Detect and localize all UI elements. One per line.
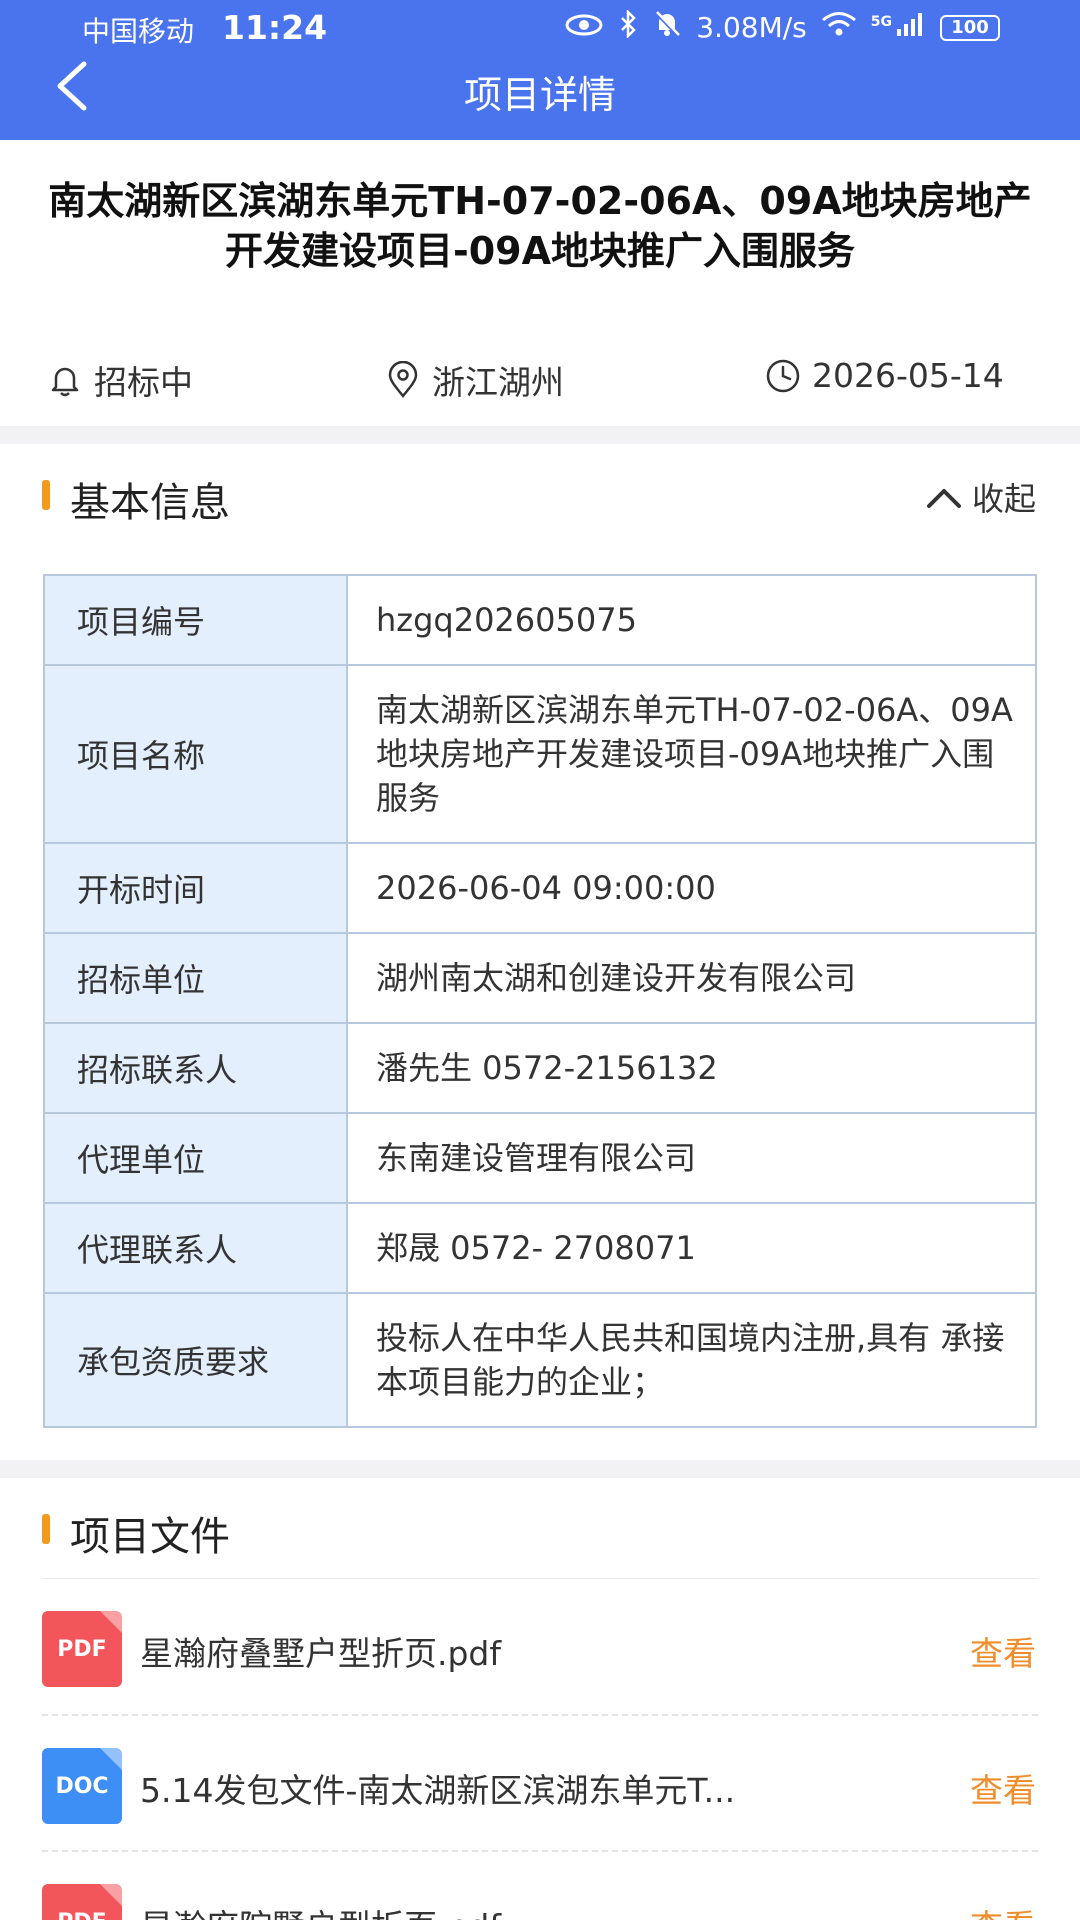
project-location: 浙江湖州 xyxy=(432,363,564,402)
file-name: 星瀚府叠墅户型折页.pdf xyxy=(140,1634,502,1673)
basic-info-table: 项目编号 hzgq202605075 项目名称 南太湖新区滨湖东单元TH-07-… xyxy=(43,574,1037,1428)
file-item[interactable]: PDF 星瀚府院墅户型折页.pdf 查看 xyxy=(42,1850,1038,1920)
table-row: 代理联系人 郑晟 0572- 2708071 xyxy=(43,1202,1037,1294)
location-item: 浙江湖州 xyxy=(384,356,564,404)
row-key: 承包资质要求 xyxy=(43,1292,348,1428)
row-key: 招标单位 xyxy=(43,932,348,1024)
view-file-link[interactable]: 查看 xyxy=(970,1627,1036,1675)
table-row: 招标单位 湖州南太湖和创建设开发有限公司 xyxy=(43,932,1037,1024)
row-value: 潘先生 0572-2156132 xyxy=(346,1022,1037,1114)
status-item: 招标中 xyxy=(46,356,193,404)
basic-info-header: 基本信息 收起 xyxy=(42,470,1038,526)
table-row: 承包资质要求 投标人在中华人民共和国境内注册,具有 承接本项目能力的企业； xyxy=(43,1292,1037,1428)
row-value: 南太湖新区滨湖东单元TH-07-02-06A、09A地块房地产开发建设项目-09… xyxy=(346,664,1037,844)
project-status: 招标中 xyxy=(94,363,193,402)
row-key: 项目编号 xyxy=(43,574,348,666)
eye-icon xyxy=(564,11,604,44)
section-accent-bar xyxy=(42,480,50,510)
status-bar: 中国移动 11:24 3.08M/s 5G 100 xyxy=(0,0,1080,60)
bluetooth-icon xyxy=(618,8,638,45)
doc-file-icon: DOC xyxy=(42,1748,122,1824)
basic-info-title: 基本信息 xyxy=(70,480,230,526)
status-icons: 3.08M/s 5G 100 xyxy=(564,8,1000,45)
battery-indicator: 100 xyxy=(940,14,1000,41)
network-type: 5G xyxy=(870,13,892,30)
row-value: 东南建设管理有限公司 xyxy=(346,1112,1037,1204)
net-speed: 3.08M/s xyxy=(696,11,807,44)
pdf-file-icon: PDF xyxy=(42,1884,122,1920)
row-key: 招标联系人 xyxy=(43,1022,348,1114)
row-key: 开标时间 xyxy=(43,842,348,934)
file-name: 星瀚府院墅户型折页.pdf xyxy=(140,1900,860,1920)
table-row: 项目名称 南太湖新区滨湖东单元TH-07-02-06A、09A地块房地产开发建设… xyxy=(43,664,1037,844)
pdf-file-icon: PDF xyxy=(42,1611,122,1687)
collapse-button[interactable]: 收起 xyxy=(924,474,1036,520)
signal-icon xyxy=(896,11,926,44)
date-item: 2026-05-14 xyxy=(764,356,1004,395)
clock: 11:24 xyxy=(222,8,328,47)
app-header: 中国移动 11:24 3.08M/s 5G 100 项目详情 xyxy=(0,0,1080,140)
collapse-label: 收起 xyxy=(971,480,1036,518)
file-item[interactable]: PDF 星瀚府叠墅户型折页.pdf 查看 xyxy=(42,1578,1038,1714)
wifi-icon xyxy=(821,11,857,44)
location-pin-icon xyxy=(388,361,418,398)
row-key: 代理联系人 xyxy=(43,1202,348,1294)
project-meta: 招标中 浙江湖州 2026-05-14 xyxy=(0,356,1080,406)
view-file-link[interactable]: 查看 xyxy=(970,1764,1036,1812)
file-type-label: DOC xyxy=(55,1773,109,1799)
clock-icon xyxy=(766,359,800,392)
row-key: 代理单位 xyxy=(43,1112,348,1204)
carrier-label: 中国移动 xyxy=(82,15,195,48)
mute-bell-icon xyxy=(652,10,682,45)
file-type-label: PDF xyxy=(57,1910,106,1920)
section-divider xyxy=(0,1460,1080,1478)
table-row: 招标联系人 潘先生 0572-2156132 xyxy=(43,1022,1037,1114)
table-row: 代理单位 东南建设管理有限公司 xyxy=(43,1112,1037,1204)
files-header: 项目文件 xyxy=(42,1504,1038,1560)
view-file-link[interactable]: 查看 xyxy=(970,1900,1036,1920)
row-value: hzgq202605075 xyxy=(346,574,1037,666)
row-value: 投标人在中华人民共和国境内注册,具有 承接本项目能力的企业； xyxy=(346,1292,1037,1428)
project-date: 2026-05-14 xyxy=(812,356,1004,395)
file-type-label: PDF xyxy=(57,1636,107,1662)
section-divider xyxy=(0,426,1080,444)
files-title: 项目文件 xyxy=(70,1514,230,1560)
row-value: 2026-06-04 09:00:00 xyxy=(346,842,1037,934)
row-value: 湖州南太湖和创建设开发有限公司 xyxy=(346,932,1037,1024)
table-row: 项目编号 hzgq202605075 xyxy=(43,574,1037,666)
project-title: 南太湖新区滨湖东单元TH-07-02-06A、09A地块房地产开发建设项目-09… xyxy=(48,179,1032,273)
row-key: 项目名称 xyxy=(43,664,348,844)
chevron-up-icon xyxy=(926,489,961,508)
file-item[interactable]: DOC 5.14发包文件-南太湖新区滨湖东单元T... 查看 xyxy=(42,1714,1038,1850)
table-row: 开标时间 2026-06-04 09:00:00 xyxy=(43,842,1037,934)
section-accent-bar xyxy=(42,1514,50,1544)
file-name: 5.14发包文件-南太湖新区滨湖东单元T... xyxy=(140,1771,736,1810)
row-value: 郑晟 0572- 2708071 xyxy=(346,1202,1037,1294)
bell-icon xyxy=(51,367,79,397)
page-title: 项目详情 xyxy=(463,73,616,117)
